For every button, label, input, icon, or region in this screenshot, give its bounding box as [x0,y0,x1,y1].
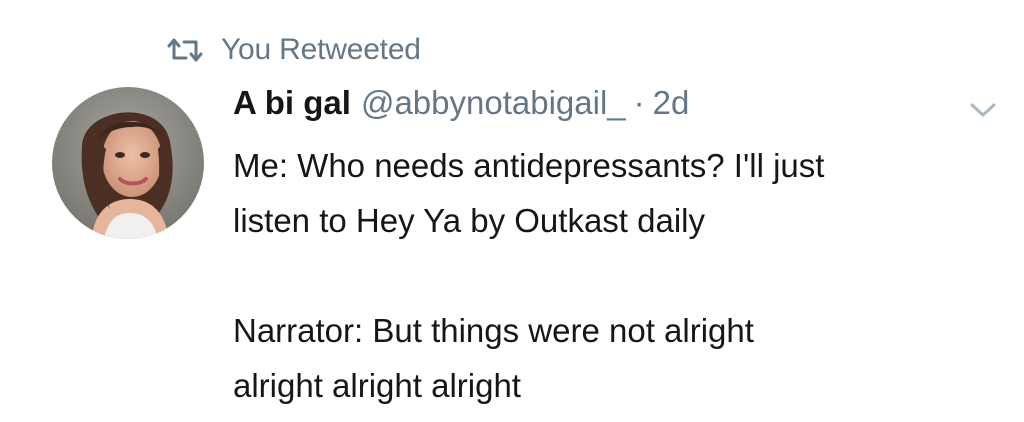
tweet-text-line: listen to Hey Ya by Outkast daily [233,202,706,239]
tweet-text-line: Narrator: But things were not alright [233,312,754,349]
tweet-paragraph-break [233,248,1003,303]
author-display-name[interactable]: A bi gal [233,84,351,122]
retweet-context-label: You Retweeted [221,33,421,66]
tweet-timestamp[interactable]: 2d [653,84,690,122]
chevron-down-icon[interactable] [966,97,1000,123]
tweet-header: A bi gal @abbynotabigail_ · 2d [233,84,689,132]
avatar[interactable] [52,87,204,239]
retweet-icon [165,36,205,64]
author-handle[interactable]: @abbynotabigail_ [361,84,626,122]
retweet-context: You Retweeted [165,30,421,70]
header-separator: · [633,84,645,121]
tweet-text-line: Me: Who needs antidepressants? I'll just [233,147,825,184]
tweet-text-line: alright alright alright [233,367,521,404]
tweet-body: Me: Who needs antidepressants? I'll just… [233,138,1003,413]
